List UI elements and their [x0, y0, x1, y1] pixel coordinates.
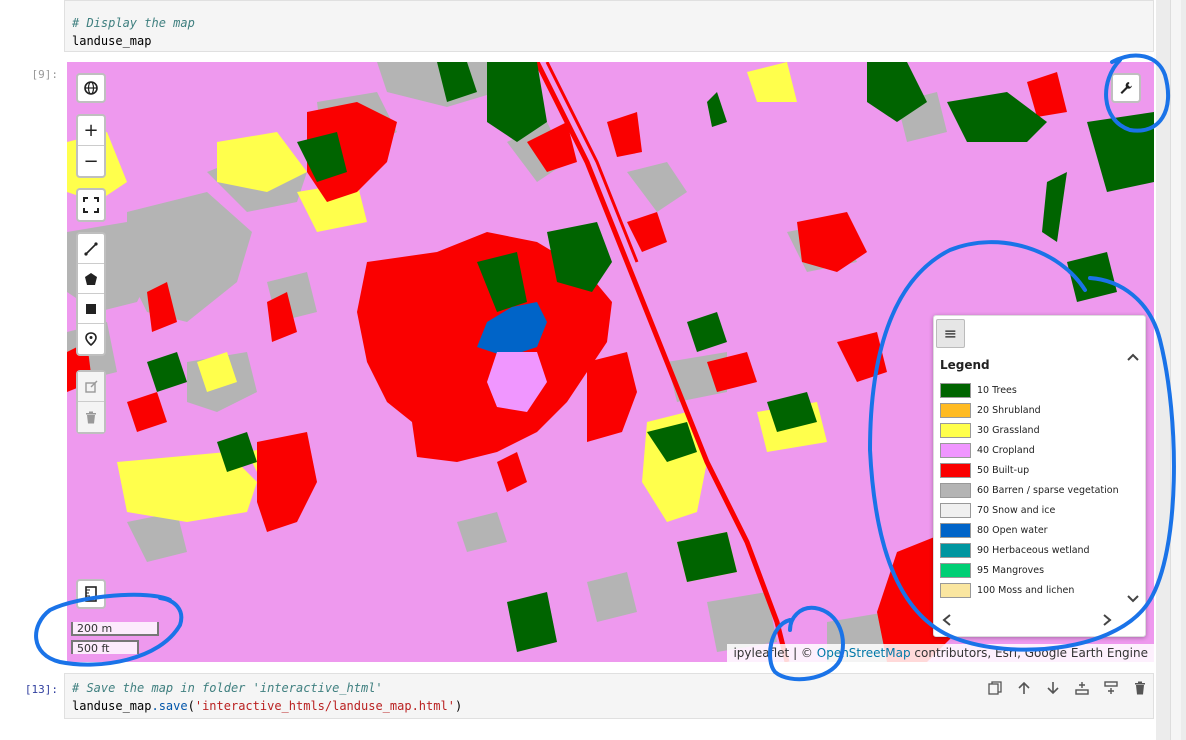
toolbar-control[interactable] — [1111, 73, 1141, 103]
legend-item: 10 Trees — [940, 380, 1120, 400]
measure-control[interactable] — [76, 579, 106, 609]
fullscreen-icon[interactable] — [78, 190, 104, 220]
legend-panel[interactable]: ≡ Legend 10 Trees 20 Shrubland 30 Grasslan… — [933, 315, 1146, 637]
draw-polygon-icon[interactable] — [78, 264, 104, 294]
ruler-icon[interactable] — [78, 581, 104, 607]
legend-swatch — [940, 482, 971, 498]
zoom-out-button[interactable]: − — [78, 146, 104, 176]
move-down-icon[interactable] — [1043, 678, 1063, 698]
code-line: landuse_map — [72, 34, 152, 48]
legend-swatch — [940, 382, 971, 398]
legend-swatch — [940, 502, 971, 518]
legend-item: 20 Shrubland — [940, 400, 1120, 420]
legend-label: 70 Snow and ice — [977, 504, 1056, 516]
fullscreen-control[interactable] — [76, 188, 106, 222]
legend-label: 100 Moss and lichen — [977, 584, 1075, 596]
scale-imperial: 500 ft — [71, 640, 139, 655]
legend-label: 90 Herbaceous wetland — [977, 544, 1090, 556]
legend-swatch — [940, 402, 971, 418]
legend-item: 80 Open water — [940, 520, 1120, 540]
scale-metric: 200 m — [71, 622, 159, 636]
legend-swatch — [940, 542, 971, 558]
layers-globe-control[interactable] — [76, 73, 106, 103]
wrench-icon[interactable] — [1113, 75, 1139, 101]
legend-item: 60 Barren / sparse vegetation — [940, 480, 1120, 500]
input-prompt: [13]: — [24, 683, 58, 696]
zoom-in-button[interactable]: + — [78, 116, 104, 146]
legend-item: 40 Cropland — [940, 440, 1120, 460]
legend-swatch — [940, 562, 971, 578]
code-string-arg: 'interactive_htmls/landuse_map.html' — [194, 699, 455, 713]
code-object: landuse_map — [72, 699, 152, 713]
legend-item: 90 Herbaceous wetland — [940, 540, 1120, 560]
code-comment: # Display the map — [72, 16, 195, 30]
legend-item: 70 Snow and ice — [940, 500, 1120, 520]
legend-horizontal-scrollbar[interactable] — [938, 612, 1128, 628]
move-up-icon[interactable] — [1014, 678, 1034, 698]
legend-label: 20 Shrubland — [977, 404, 1041, 416]
code-paren-close: ) — [454, 699, 463, 713]
legend-label: 10 Trees — [977, 384, 1017, 396]
map-attribution: ipyleaflet | © OpenStreetMap contributor… — [727, 644, 1154, 662]
legend-item: 50 Built-up — [940, 460, 1120, 480]
legend-swatch — [940, 522, 971, 538]
previous-code-cell[interactable]: # Display the map landuse_map — [64, 0, 1154, 52]
code-method: .save — [151, 699, 188, 713]
insert-below-icon[interactable] — [1101, 678, 1121, 698]
legend-swatch — [940, 462, 971, 478]
draw-toolbar — [76, 232, 106, 356]
edit-layers-icon[interactable] — [78, 372, 104, 402]
legend-item: 100 Moss and lichen — [940, 580, 1120, 600]
legend-label: 40 Cropland — [977, 444, 1035, 456]
menu-icon[interactable]: ≡ — [936, 319, 965, 348]
edit-toolbar — [76, 370, 106, 434]
code-paren-open: ( — [187, 699, 195, 713]
page-scrollbar[interactable] — [1156, 0, 1186, 740]
legend-label: 95 Mangroves — [977, 564, 1045, 576]
globe-icon[interactable] — [78, 75, 104, 101]
zoom-control: + − — [76, 114, 106, 178]
duplicate-cell-icon[interactable] — [985, 678, 1005, 698]
legend-label: 80 Open water — [977, 524, 1048, 536]
legend-swatch — [940, 582, 971, 598]
insert-above-icon[interactable] — [1072, 678, 1092, 698]
legend-item: 95 Mangroves — [940, 560, 1120, 580]
cell-toolbar — [985, 678, 1150, 698]
legend-item: 30 Grassland — [940, 420, 1120, 440]
legend-title: Legend — [940, 358, 990, 372]
legend-label: 50 Built-up — [977, 464, 1030, 476]
ipyleaflet-link[interactable]: ipyleaflet — [733, 646, 789, 660]
scroll-right-icon — [1103, 614, 1112, 626]
draw-polyline-icon[interactable] — [78, 234, 104, 264]
delete-cell-icon[interactable] — [1130, 678, 1150, 698]
legend-items: 10 Trees 20 Shrubland 30 Grassland 40 Cropl… — [940, 380, 1120, 600]
scroll-up-icon — [1127, 353, 1139, 361]
landuse-map[interactable]: + − 200 m 500 ft ipyleaflet | © OpenStre… — [67, 62, 1154, 662]
legend-label: 60 Barren / sparse vegetation — [977, 484, 1119, 496]
openstreetmap-link[interactable]: OpenStreetMap — [817, 646, 911, 660]
draw-marker-icon[interactable] — [78, 324, 104, 354]
attribution-text: contributors, Esri, Google Earth Engine — [910, 646, 1148, 660]
legend-vertical-scrollbar[interactable] — [1125, 350, 1141, 606]
attribution-separator: | © — [789, 646, 817, 660]
output-prompt: [9]: — [31, 68, 59, 81]
legend-swatch — [940, 422, 971, 438]
legend-label: 30 Grassland — [977, 424, 1040, 436]
scroll-left-icon — [942, 614, 951, 626]
scroll-down-icon — [1127, 595, 1139, 603]
draw-rectangle-icon[interactable] — [78, 294, 104, 324]
legend-swatch — [940, 442, 971, 458]
trash-icon[interactable] — [78, 402, 104, 432]
